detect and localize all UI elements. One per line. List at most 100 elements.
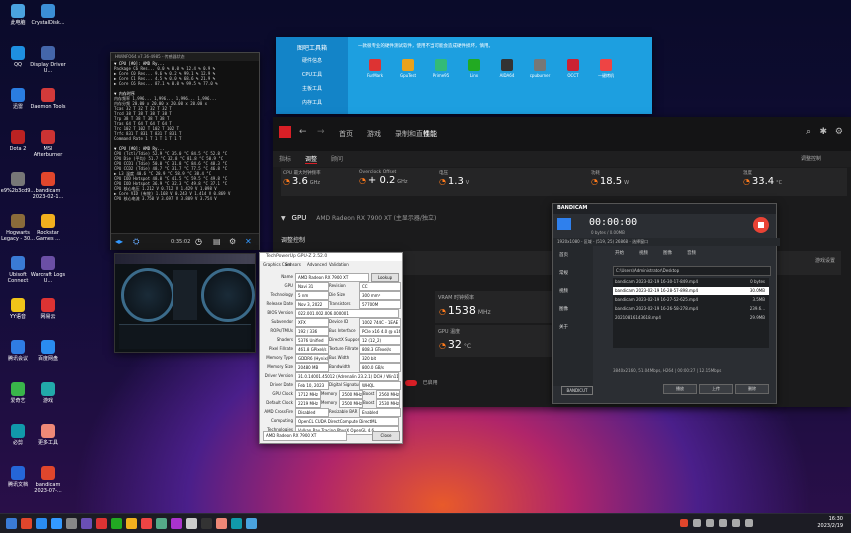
bandicam-tab[interactable]: 开始 [615, 250, 624, 256]
desktop-icon[interactable]: 百度网盘 [30, 340, 66, 362]
file-row[interactable]: bandicam 2023-02-19 16-28-57-898.mp4 30.0… [613, 287, 769, 295]
tray-icon[interactable] [719, 519, 727, 527]
tool-shortcut[interactable]: cpuburner [525, 59, 555, 78]
gpuz-tab[interactable]: Advanced [307, 262, 327, 267]
screen-mode-icon[interactable] [557, 218, 571, 230]
bandicam-tab[interactable]: 视频 [639, 250, 648, 256]
bandicam-menu-item[interactable]: 首页 [559, 252, 568, 258]
desktop-icon[interactable]: bandicam 2023-07-... [30, 466, 66, 494]
desktop-icon[interactable]: MSI Afterburner [30, 130, 66, 158]
tray-icon[interactable] [680, 519, 688, 527]
tool-shortcut[interactable]: AIDA64 [492, 59, 522, 78]
forward-arrow-icon[interactable]: → [317, 127, 325, 137]
tool-shortcut[interactable]: GpuTest [393, 59, 423, 78]
taskbar-app-icon[interactable] [141, 518, 152, 529]
bandicam-action-button[interactable]: 上传 [699, 384, 733, 394]
file-row[interactable]: bandicam 2023-02-19 16-27-52-625.mp4 3.5M… [613, 296, 769, 304]
taskbar-app-icon[interactable] [186, 518, 197, 529]
file-row[interactable]: 20210816143618.mp4 29.9MB [613, 314, 769, 322]
taskbar-app-icon[interactable] [216, 518, 227, 529]
desktop-icon[interactable]: 网易云 [30, 298, 66, 320]
enabled-toggle[interactable]: 已启用 [405, 379, 505, 393]
gpu-select[interactable]: AMD Radeon RX 7900 XT [263, 431, 347, 441]
bandicut-button[interactable]: BANDICUT [561, 386, 593, 395]
record-button[interactable] [753, 217, 769, 233]
amd-subtab[interactable]: 调整 [305, 154, 318, 164]
desktop-icon[interactable]: 更多工具 [30, 424, 66, 446]
desktop-icon[interactable]: Rockstar Games ... [30, 214, 66, 242]
toolbox-nav-item[interactable]: CPU工具 [276, 71, 348, 78]
gpu-chevron-icon[interactable]: ▼ [281, 215, 286, 222]
amd-nav-tab[interactable]: 性能 [423, 129, 437, 139]
bandicam-menu-item[interactable]: 视频 [559, 288, 568, 294]
toolbox-nav-item[interactable]: 图吧工具箱 [276, 43, 348, 52]
taskbar-app-icon[interactable] [111, 518, 122, 529]
amd-subtab[interactable]: 顾问 [331, 154, 343, 163]
amd-nav-tab[interactable]: 首页 [339, 129, 353, 139]
amd-subtab[interactable]: 指标 [279, 154, 291, 163]
desktop-icon[interactable]: 游戏 [30, 382, 66, 404]
toolbox-nav-item[interactable]: 硬件信息 [276, 57, 348, 64]
tool-shortcut[interactable]: FurMark [360, 59, 390, 78]
file-row[interactable]: bandicam 2023-02-19 16-26-58-278.mp4 239.… [613, 305, 769, 313]
tool-shortcut[interactable]: Prime95 [426, 59, 456, 78]
tool-shortcut[interactable]: OCCT [558, 59, 588, 78]
taskbar-app-icon[interactable] [6, 518, 17, 529]
taskbar-app-icon[interactable] [246, 518, 257, 529]
bandicam-tab[interactable]: 音频 [687, 250, 696, 256]
back-arrow-icon[interactable]: ← [299, 127, 307, 137]
taskbar-clock[interactable]: 16:30 2023/2/19 [817, 516, 843, 530]
taskbar-app-icon[interactable] [201, 518, 212, 529]
tray-icon[interactable] [732, 519, 740, 527]
nav-arrows-icon[interactable]: ◂▸ [115, 237, 123, 246]
desktop-icon[interactable]: bandicam 2023-02-1... [30, 172, 66, 200]
taskbar-app-icon[interactable] [231, 518, 242, 529]
taskbar-app-icon[interactable] [171, 518, 182, 529]
close-icon[interactable]: ✕ [245, 237, 252, 246]
bandicam-window[interactable]: BANDICAM 00:00:00 0 bytes / 0.00MB 1920x… [552, 203, 780, 404]
bandicam-action-button[interactable]: 播放 [663, 384, 697, 394]
taskbar-app-icon[interactable] [36, 518, 47, 529]
settings-icon[interactable]: ⚙ [229, 237, 236, 246]
toolbox-nav-item[interactable]: 主板工具 [276, 85, 348, 92]
tray-icon[interactable] [745, 519, 753, 527]
desktop-icon[interactable]: Display Driver U... [30, 46, 66, 74]
taskbar-app-icon[interactable] [51, 518, 62, 529]
toolbox-nav-item[interactable]: 内存工具 [276, 99, 348, 106]
taskbar-app-icon[interactable] [96, 518, 107, 529]
amd-nav-tab[interactable]: 游戏 [367, 129, 381, 139]
close-button[interactable]: Close [372, 431, 400, 441]
tray-icon[interactable] [706, 519, 714, 527]
taskbar-app-icon[interactable] [156, 518, 167, 529]
output-path[interactable]: C:\Users\Administrator\Desktop [613, 266, 771, 276]
slider-panel[interactable] [173, 270, 197, 320]
file-row[interactable]: bandicam 2023-02-19 16-30-17-849.mp4 0 by… [613, 278, 769, 286]
sensor-row[interactable]: CPU 核心电流 3.750 V 3.697 V 3.809 V 3.754 V [111, 196, 259, 201]
gpu-z-window[interactable]: TechPowerUp GPU-Z 2.52.0 Graphics Card Se… [259, 252, 403, 444]
search-icon[interactable]: ⌕ [806, 127, 811, 137]
tray-icon[interactable] [693, 519, 701, 527]
afterburner-skin-window[interactable] [114, 253, 256, 353]
desktop-icon[interactable]: Warcraft Logs U... [30, 256, 66, 284]
gpuz-tab[interactable]: Validation [329, 262, 349, 267]
taskbar-app-icon[interactable] [126, 518, 137, 529]
clock-icon[interactable]: ◷ [195, 237, 202, 246]
desktop-icon[interactable]: Daemon Tools [30, 88, 66, 110]
taskbar-app-icon[interactable] [66, 518, 77, 529]
gpuz-tab[interactable]: Sensors [285, 262, 301, 267]
bandicam-tab[interactable]: 图像 [663, 250, 672, 256]
network-icon[interactable]: ⛭ [133, 237, 139, 247]
desktop-icon[interactable]: CrystalDisk... [30, 4, 66, 26]
taskbar-app-icon[interactable] [21, 518, 32, 529]
toolbox-window[interactable]: 图吧工具箱 硬件信息 CPU工具 主板工具 内存工具 一款很专业的硬件测试软件，使用不当… [276, 37, 652, 114]
bandicam-menu-item[interactable]: 关于 [559, 324, 568, 330]
tool-shortcut[interactable]: Linx [459, 59, 489, 78]
tool-shortcut[interactable]: 一键烤机 [591, 59, 621, 79]
report-icon[interactable]: ▤ [213, 237, 221, 246]
hwinfo-sensors-window[interactable]: HWiNFO64 v7.36-4985 - 传感器状态 ▼ CPU [#0]: … [110, 52, 260, 250]
gear-icon[interactable]: ⚙ [835, 127, 843, 137]
bandicam-menu-item[interactable]: 常规 [559, 270, 568, 276]
bug-icon[interactable]: ✱ [819, 127, 827, 137]
bandicam-action-button[interactable]: 删除 [735, 384, 769, 394]
taskbar-app-icon[interactable] [81, 518, 92, 529]
